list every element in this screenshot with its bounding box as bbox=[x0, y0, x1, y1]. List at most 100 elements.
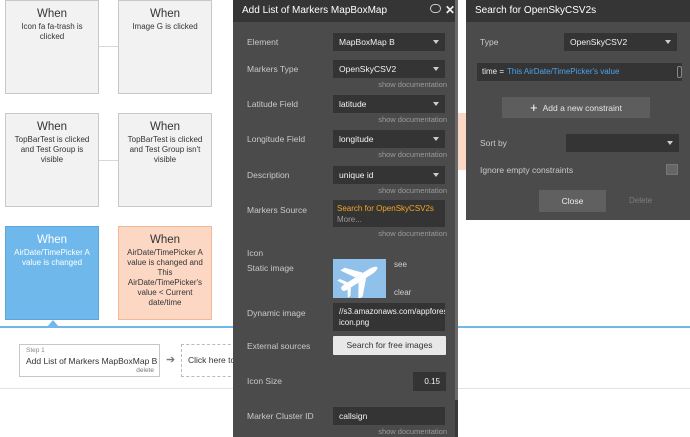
event-when: When bbox=[149, 8, 181, 20]
airplane-icon bbox=[337, 266, 378, 298]
constraint-value[interactable]: This AirDate/TimePicker's value bbox=[507, 67, 619, 76]
marker-cluster-value: callsign bbox=[339, 411, 368, 421]
delete-button[interactable]: Delete bbox=[629, 196, 652, 205]
close-icon[interactable]: ✕ bbox=[445, 3, 455, 17]
event-desc: AirDate/TimePicker A value is changed bbox=[14, 248, 90, 267]
icon-size-label: Icon Size bbox=[247, 376, 282, 386]
step-delete-link[interactable]: delete bbox=[136, 367, 154, 374]
plus-icon: + bbox=[530, 100, 538, 115]
show-documentation-link[interactable]: show documentation bbox=[378, 427, 447, 436]
ignore-empty-checkbox[interactable] bbox=[666, 164, 678, 175]
type-dropdown[interactable]: OpenSkyCSV2 bbox=[564, 33, 677, 51]
chevron-down-icon bbox=[665, 40, 671, 44]
show-documentation-link[interactable]: show documentation bbox=[378, 115, 447, 124]
latitude-dropdown[interactable]: latitude bbox=[333, 95, 445, 113]
markers-source-expression[interactable]: Search for OpenSkyCSV2s bbox=[337, 203, 441, 214]
panel-scrollbar-thumb[interactable] bbox=[455, 0, 458, 400]
chevron-down-icon bbox=[433, 173, 439, 177]
hidden-card-edge bbox=[458, 113, 466, 170]
chevron-down-icon bbox=[433, 137, 439, 141]
search-panel-header: Search for OpenSkyCSV2s bbox=[466, 0, 690, 22]
event-desc: Image G is clicked bbox=[132, 22, 198, 31]
sort-by-label: Sort by bbox=[480, 138, 507, 148]
show-documentation-link[interactable]: show documentation bbox=[378, 80, 447, 89]
markers-type-dropdown[interactable]: OpenSkyCSV2 bbox=[333, 60, 445, 78]
description-label: Description bbox=[247, 170, 290, 180]
chevron-down-icon bbox=[433, 102, 439, 106]
event-desc: TopBarTest is clicked and Test Group isn… bbox=[127, 135, 203, 164]
panel-header: Add List of Markers MapBoxMap ✕ bbox=[233, 0, 458, 22]
static-image-label: Static image bbox=[247, 263, 294, 273]
event-desc: AirDate/TimePicker A value is changed an… bbox=[127, 248, 203, 307]
add-step-label: Click here to bbox=[188, 355, 236, 365]
comment-icon[interactable] bbox=[430, 4, 441, 13]
icon-size-input[interactable]: 0.15 bbox=[413, 372, 446, 391]
longitude-value: longitude bbox=[339, 134, 374, 144]
chevron-down-icon bbox=[433, 40, 439, 44]
arrow-right-icon: ➔ bbox=[166, 354, 176, 366]
step-title: Add List of Markers MapBoxMap B bbox=[26, 356, 158, 366]
ignore-empty-label: Ignore empty constraints bbox=[480, 165, 574, 175]
external-sources-label: External sources bbox=[247, 341, 311, 351]
selected-indicator bbox=[47, 320, 59, 327]
sort-by-dropdown[interactable] bbox=[566, 134, 679, 152]
event-when: When bbox=[36, 234, 68, 246]
markers-type-label: Markers Type bbox=[247, 64, 299, 74]
connector-line bbox=[98, 46, 118, 47]
see-link[interactable]: see bbox=[394, 260, 407, 269]
search-panel: Search for OpenSkyCSV2s Type OpenSkyCSV2… bbox=[466, 0, 690, 220]
element-dropdown[interactable]: MapBoxMap B bbox=[333, 33, 445, 51]
markers-source-field[interactable]: Search for OpenSkyCSV2s More... bbox=[333, 200, 445, 227]
longitude-dropdown[interactable]: longitude bbox=[333, 130, 445, 148]
dynamic-image-url-cont: icon.png bbox=[339, 318, 370, 327]
step-number: Step 1 bbox=[26, 347, 45, 354]
event-card-image-g[interactable]: When Image G is clicked bbox=[118, 0, 212, 94]
search-free-images-button[interactable]: Search for free images bbox=[333, 336, 446, 355]
element-value: MapBoxMap B bbox=[339, 37, 395, 47]
constraint-scroll-icon[interactable] bbox=[677, 66, 682, 78]
clear-link[interactable]: clear bbox=[394, 288, 411, 297]
latitude-value: latitude bbox=[339, 99, 367, 109]
show-documentation-link[interactable]: show documentation bbox=[378, 229, 447, 238]
show-documentation-link[interactable]: show documentation bbox=[378, 186, 447, 195]
event-desc: TopBarTest is clicked and Test Group is … bbox=[14, 135, 90, 164]
event-card-icon-trash[interactable]: When Icon fa fa-trash is clicked bbox=[5, 0, 99, 94]
chevron-down-icon bbox=[667, 141, 673, 145]
markers-source-label: Markers Source bbox=[247, 205, 307, 215]
show-documentation-link[interactable]: show documentation bbox=[378, 150, 447, 159]
chevron-down-icon bbox=[433, 67, 439, 71]
panel-title: Add List of Markers MapBoxMap bbox=[242, 5, 388, 16]
constraint-row[interactable]: time = This AirDate/TimePicker's value bbox=[477, 63, 682, 81]
longitude-label: Longitude Field bbox=[247, 134, 306, 144]
event-when: When bbox=[36, 8, 68, 20]
event-card-topbar-not-visible[interactable]: When TopBarTest is clicked and Test Grou… bbox=[118, 113, 212, 207]
marker-cluster-label: Marker Cluster ID bbox=[247, 411, 314, 421]
latitude-label: Latitude Field bbox=[247, 99, 299, 109]
close-button[interactable]: Close bbox=[539, 190, 606, 212]
step-1-card[interactable]: Step 1 Add List of Markers MapBoxMap B d… bbox=[19, 344, 160, 377]
static-image-preview[interactable] bbox=[333, 259, 386, 298]
marker-cluster-input[interactable]: callsign bbox=[333, 407, 445, 425]
type-label: Type bbox=[480, 37, 499, 47]
event-card-airdate-changed[interactable]: When AirDate/TimePicker A value is chang… bbox=[5, 226, 99, 320]
event-desc: Icon fa fa-trash is clicked bbox=[21, 22, 83, 41]
type-value: OpenSkyCSV2 bbox=[570, 37, 628, 47]
event-when: When bbox=[149, 121, 181, 133]
dynamic-image-label: Dynamic image bbox=[247, 308, 306, 318]
action-properties-panel: Add List of Markers MapBoxMap ✕ Element … bbox=[233, 0, 458, 437]
dynamic-image-field[interactable]: //s3.amazonaws.com/appforest icon.png bbox=[333, 303, 445, 331]
connector-line bbox=[98, 160, 118, 161]
add-step-button[interactable]: Click here to bbox=[181, 344, 236, 377]
description-value: unique id bbox=[339, 170, 374, 180]
search-panel-title: Search for OpenSkyCSV2s bbox=[475, 5, 597, 16]
icon-label: Icon bbox=[247, 248, 264, 258]
dynamic-image-url: //s3.amazonaws.com/appforest bbox=[339, 307, 445, 316]
event-when: When bbox=[149, 234, 181, 246]
more-link[interactable]: More... bbox=[337, 214, 441, 225]
description-dropdown[interactable]: unique id bbox=[333, 166, 445, 184]
event-card-airdate-changed-condition[interactable]: When AirDate/TimePicker A value is chang… bbox=[118, 226, 212, 320]
markers-type-value: OpenSkyCSV2 bbox=[339, 64, 397, 74]
event-card-topbar-visible[interactable]: When TopBarTest is clicked and Test Grou… bbox=[5, 113, 99, 207]
constraint-key[interactable]: time = bbox=[482, 67, 504, 76]
add-constraint-button[interactable]: + Add a new constraint bbox=[502, 97, 650, 118]
